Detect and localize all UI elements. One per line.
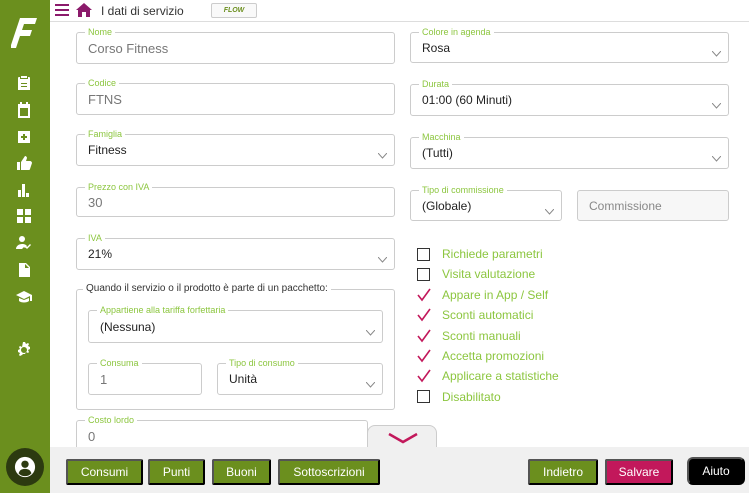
checkbox-label: Appare in App / Self	[442, 287, 549, 302]
field-value: 30	[88, 194, 103, 210]
school-icon[interactable]	[15, 288, 33, 306]
checkbox-row[interactable]: Accetta promozioni	[417, 348, 544, 364]
dashboard-icon[interactable]	[15, 207, 33, 225]
bar-chart-icon[interactable]	[15, 181, 33, 199]
chevron-down-icon	[544, 202, 555, 215]
consuma-field[interactable]: Consuma 1	[88, 357, 202, 395]
famiglia-select[interactable]: Famiglia Fitness	[76, 128, 395, 166]
field-value: Unità	[229, 372, 258, 386]
add-box-icon[interactable]	[15, 128, 33, 146]
checkbox-row[interactable]: Disabilitato	[417, 389, 501, 405]
durata-select[interactable]: Durata 01:00 (60 Minuti)	[410, 78, 729, 116]
field-value: Fitness	[88, 143, 127, 157]
checkbox-label: Sconti manuali	[442, 328, 521, 343]
checkmark-icon[interactable]	[417, 288, 431, 302]
tariffa-select[interactable]: Appartiene alla tariffa forfettaria (Nes…	[88, 304, 383, 343]
checkbox-label: Applicare a statistiche	[442, 369, 559, 384]
document-icon[interactable]	[15, 261, 33, 279]
checkmark-icon[interactable]	[417, 329, 431, 343]
checkmark-icon[interactable]	[417, 349, 431, 363]
clipboard-icon[interactable]	[15, 74, 33, 92]
chevron-down-icon	[711, 96, 722, 109]
checkbox-row[interactable]: Appare in App / Self	[417, 287, 548, 303]
indietro-button[interactable]: Indietro	[528, 459, 598, 485]
chevron-down-icon	[365, 375, 376, 388]
checkbox-row[interactable]: Sconti manuali	[417, 328, 521, 344]
checkbox-row[interactable]: Sconti automatici	[417, 307, 533, 323]
checkbox-label: Sconti automatici	[442, 308, 534, 323]
buoni-button[interactable]: Buoni	[212, 459, 271, 485]
chevron-down-icon	[365, 323, 376, 336]
checkbox[interactable]	[417, 247, 430, 261]
bottom-bar: Consumi Punti Buoni Sottoscrizioni Indie…	[50, 447, 749, 493]
breadcrumb: I dati di servizio	[101, 4, 184, 18]
app-logo	[11, 18, 37, 48]
checkbox-label: Visita valutazione	[442, 267, 536, 282]
codice-field[interactable]: Codice FTNS	[76, 77, 395, 115]
field-value: 21%	[88, 247, 113, 261]
iva-select[interactable]: IVA 21%	[76, 232, 395, 270]
field-value: 0	[88, 428, 96, 444]
calendar-icon[interactable]	[15, 101, 33, 119]
top-bar: I dati di servizio FLOW	[50, 0, 749, 22]
chevron-down-icon	[377, 146, 388, 159]
field-placeholder: Commissione	[589, 198, 662, 213]
person-check-icon[interactable]	[15, 234, 33, 252]
checkmark-icon[interactable]	[417, 308, 431, 322]
checkbox-row[interactable]: Applicare a statistiche	[417, 368, 559, 384]
checkbox-label: Disabilitato	[442, 389, 501, 404]
checkbox-label: Richiede parametri	[442, 247, 543, 261]
user-avatar[interactable]	[6, 448, 44, 486]
expand-tab[interactable]	[367, 425, 437, 447]
checkbox-label: Accetta promozioni	[442, 349, 545, 363]
macchina-select[interactable]: Macchina (Tutti)	[410, 131, 729, 169]
checkbox[interactable]	[417, 267, 430, 281]
fieldset-legend: Quando il servizio o il prodotto è parte…	[83, 283, 331, 294]
checkbox-row[interactable]: Visita valutazione	[417, 266, 535, 282]
home-icon[interactable]	[76, 3, 92, 17]
chevron-down-icon	[388, 432, 418, 444]
consumi-button[interactable]: Consumi	[66, 459, 143, 485]
chevron-down-icon	[711, 44, 722, 57]
nome-field[interactable]: Nome Corso Fitness	[76, 26, 395, 64]
field-value: 01:00 (60 Minuti)	[422, 93, 513, 107]
salvare-button[interactable]: Salvare	[605, 459, 673, 485]
punti-button[interactable]: Punti	[148, 459, 205, 485]
tipo-commissione-select[interactable]: Tipo di commissione (Globale)	[410, 184, 562, 221]
field-value: (Nessuna)	[100, 319, 156, 334]
commissione-field[interactable]: Commissione	[577, 190, 729, 221]
account-icon	[14, 456, 36, 478]
checkbox[interactable]	[417, 390, 430, 404]
checkmark-icon[interactable]	[417, 369, 431, 383]
service-form: Nome Corso Fitness Codice FTNS Famiglia …	[50, 22, 749, 447]
tipo-consumo-select[interactable]: Tipo di consumo Unità	[217, 357, 383, 395]
settings-icon[interactable]	[15, 341, 33, 359]
checkbox-row[interactable]: Richiede parametri	[417, 246, 543, 262]
field-value: Corso Fitness	[88, 40, 169, 56]
chevron-down-icon	[711, 149, 722, 162]
chevron-down-icon	[377, 250, 388, 263]
sidebar	[0, 0, 50, 493]
thumbs-up-icon[interactable]	[15, 154, 33, 172]
field-value: Rosa	[422, 40, 451, 55]
field-value: FTNS	[88, 91, 122, 107]
colore-select[interactable]: Colore in agenda Rosa	[410, 26, 729, 63]
prezzo-field[interactable]: Prezzo con IVA 30	[76, 181, 395, 217]
costo-lordo-field[interactable]: Costo lordo 0	[76, 414, 368, 447]
menu-icon[interactable]	[55, 4, 69, 16]
sottoscrizioni-button[interactable]: Sottoscrizioni	[278, 459, 380, 485]
field-value: (Tutti)	[422, 146, 453, 160]
aiuto-button[interactable]: Aiuto	[687, 457, 745, 485]
field-value: (Globale)	[422, 198, 472, 213]
brand-logo: FLOW	[211, 3, 257, 18]
field-value: 1	[100, 371, 108, 387]
